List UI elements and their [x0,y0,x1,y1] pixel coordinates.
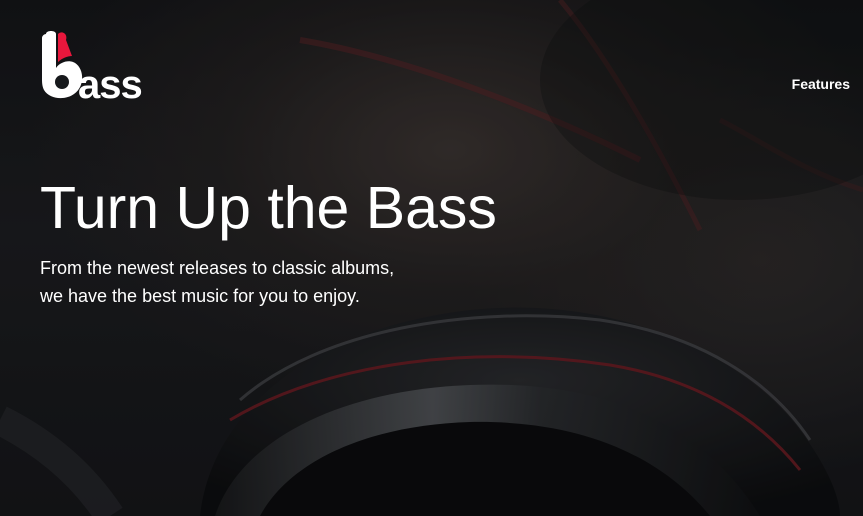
logo-wordmark: ass [78,63,142,100]
hero-headline: Turn Up the Bass [40,175,497,241]
bass-logo[interactable]: ass [40,28,142,100]
nav-features-link[interactable]: Features [792,76,850,92]
hero-section: ass Features Turn Up the Bass From the n… [0,0,863,516]
hero-subtitle: From the newest releases to classic albu… [40,258,395,306]
